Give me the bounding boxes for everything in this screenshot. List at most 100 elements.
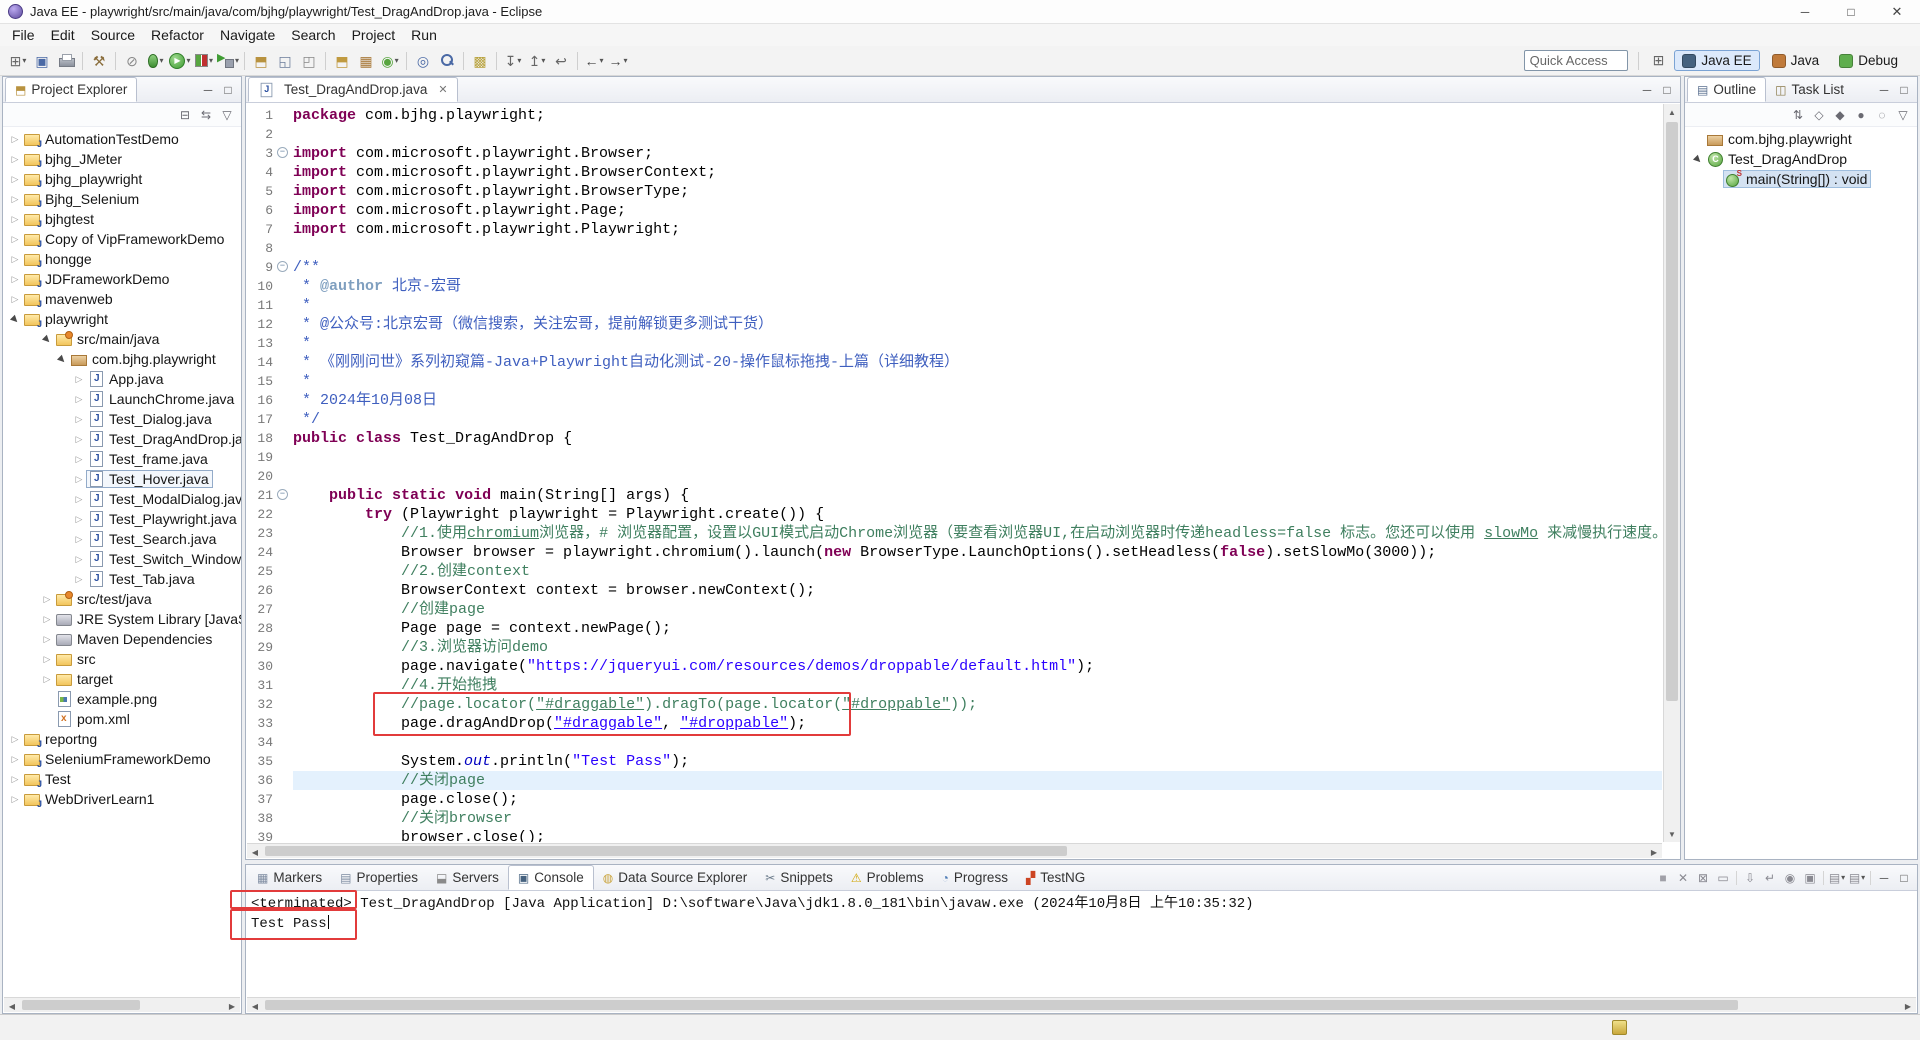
expander-icon[interactable]: ▷	[72, 514, 86, 524]
tree-item-test-playwright-java[interactable]: ▷ Test_Playwright.java	[3, 509, 241, 529]
expander-icon[interactable]: ▷	[8, 294, 22, 304]
tree-item-example-png[interactable]: example.png	[3, 689, 241, 709]
expander-icon[interactable]: ▷	[72, 454, 86, 464]
menu-refactor[interactable]: Refactor	[143, 25, 212, 45]
quick-access-input[interactable]	[1523, 50, 1628, 71]
forward-button[interactable]: → ▾	[607, 49, 629, 73]
expander-icon[interactable]: ▷	[8, 194, 22, 204]
tree-item-jre-system-library-javase-1-8[interactable]: ▷ JRE System Library [JavaSE-1.8]	[3, 609, 241, 629]
tab-problems[interactable]: ⚠ Problems	[842, 865, 933, 890]
tree-item-test-dialog-java[interactable]: ▷ Test_Dialog.java	[3, 409, 241, 429]
expander-icon[interactable]: ▷	[40, 594, 54, 604]
expander-icon[interactable]: ▷	[72, 574, 86, 584]
expander-icon[interactable]: ▷	[8, 174, 22, 184]
fold-collapse-icon[interactable]: −	[277, 489, 288, 500]
tree-item-src[interactable]: ▷ src	[3, 649, 241, 669]
scroll-down-arrow[interactable]: ▼	[1664, 826, 1680, 842]
tab-progress[interactable]: ◔ Progress	[933, 865, 1017, 890]
expander-icon[interactable]: ▷	[8, 754, 22, 764]
run-button[interactable]: ▶ ▾	[169, 49, 191, 73]
maximize-button[interactable]: □	[1828, 0, 1874, 23]
tree-item-test-modaldialog-java[interactable]: ▷ Test_ModalDialog.java	[3, 489, 241, 509]
open-type-button[interactable]: ◎	[412, 49, 434, 73]
tree-item-com-bjhg-playwright[interactable]: com.bjhg.playwright	[1685, 129, 1917, 149]
expander-icon[interactable]: ▶	[7, 311, 23, 327]
expander-icon[interactable]: ▷	[8, 774, 22, 784]
expander-icon[interactable]: ▷	[40, 654, 54, 664]
perspective-debug[interactable]: Debug	[1831, 50, 1906, 71]
scroll-track[interactable]	[263, 998, 1900, 1012]
scroll-track[interactable]	[263, 844, 1646, 858]
minimize-view-button[interactable]: ─	[1874, 80, 1894, 100]
tree-item-pom-xml[interactable]: pom.xml	[3, 709, 241, 729]
tree-item-bjhg-selenium[interactable]: ▷ Bjhg_Selenium	[3, 189, 241, 209]
previous-annotation-button[interactable]: ↥ ▾	[526, 49, 548, 73]
save-button[interactable]: ▣	[31, 49, 53, 73]
new-web-project-button[interactable]: ⬒	[250, 49, 272, 73]
view-menu-button[interactable]: ▽	[217, 105, 237, 125]
tree-item-launchchrome-java[interactable]: ▷ LaunchChrome.java	[3, 389, 241, 409]
editor-tab-test-draganddrop[interactable]: Test_DragAndDrop.java ✕	[248, 77, 458, 102]
expander-icon[interactable]: ▷	[8, 214, 22, 224]
expander-icon[interactable]: ▷	[8, 254, 22, 264]
minimize-view-button[interactable]: ─	[1637, 80, 1657, 100]
minimize-view-button[interactable]: ─	[1874, 868, 1894, 888]
tree-item-webdriverlearn1[interactable]: ▷ WebDriverLearn1	[3, 789, 241, 809]
run-external-tools-button[interactable]: ▾	[217, 49, 239, 73]
scroll-left-arrow[interactable]: ◀	[247, 998, 263, 1014]
expander-icon[interactable]: ▷	[72, 374, 86, 384]
new-class-button[interactable]: ◉ ▾	[379, 49, 401, 73]
scroll-right-arrow[interactable]: ▶	[1646, 844, 1662, 860]
tab-outline[interactable]: ▤ Outline	[1687, 77, 1767, 102]
tree-item-bjhg-jmeter[interactable]: ▷ bjhg_JMeter	[3, 149, 241, 169]
editor-hscrollbar[interactable]: ◀ ▶	[247, 843, 1662, 858]
hide-static-members-button[interactable]: ◆	[1830, 105, 1850, 125]
new-java-project-button[interactable]: ⬒	[331, 49, 353, 73]
open-perspective-button[interactable]: ⊞	[1649, 50, 1669, 71]
expander-icon[interactable]: ▷	[72, 414, 86, 424]
expander-icon[interactable]: ▷	[72, 534, 86, 544]
hide-non-public-button[interactable]: ●	[1851, 105, 1871, 125]
word-wrap-button[interactable]: ↵	[1760, 868, 1780, 888]
skip-all-breakpoints-button[interactable]: ⊘	[121, 49, 143, 73]
next-annotation-button[interactable]: ↧ ▾	[502, 49, 524, 73]
expander-icon[interactable]: ▷	[8, 134, 22, 144]
tab-snippets[interactable]: ✂ Snippets	[756, 865, 842, 890]
clear-console-button[interactable]: ▭	[1713, 868, 1733, 888]
tab-console[interactable]: ▣ Console	[507, 865, 594, 890]
expander-icon[interactable]: ▶	[1690, 151, 1706, 167]
tree-item-test-search-java[interactable]: ▷ Test_Search.java	[3, 529, 241, 549]
menu-file[interactable]: File	[4, 25, 43, 45]
minimize-button[interactable]: ─	[1782, 0, 1828, 23]
tree-item-test-draganddrop-java[interactable]: ▷ Test_DragAndDrop.java	[3, 429, 241, 449]
fold-collapse-icon[interactable]: −	[277, 261, 288, 272]
debug-button[interactable]: ▾	[145, 49, 167, 73]
hide-local-types-button[interactable]: ◌	[1872, 105, 1892, 125]
maximize-view-button[interactable]: □	[1657, 80, 1677, 100]
tree-item-target[interactable]: ▷ target	[3, 669, 241, 689]
expander-icon[interactable]: ▷	[40, 614, 54, 624]
minimize-view-button[interactable]: ─	[198, 80, 218, 100]
last-edit-location-button[interactable]: ↩	[550, 49, 572, 73]
tree-item-reportng[interactable]: ▷ reportng	[3, 729, 241, 749]
tree-item-automationtestdemo[interactable]: ▷ AutomationTestDemo	[3, 129, 241, 149]
tree-item-hongge[interactable]: ▷ hongge	[3, 249, 241, 269]
menu-run[interactable]: Run	[403, 25, 445, 45]
perspective-java[interactable]: Java	[1764, 50, 1828, 71]
scroll-up-arrow[interactable]: ▲	[1664, 104, 1680, 120]
close-button[interactable]: ✕	[1874, 0, 1920, 23]
scroll-track[interactable]	[20, 998, 224, 1012]
expander-icon[interactable]: ▷	[72, 394, 86, 404]
maximize-view-button[interactable]: □	[1894, 868, 1914, 888]
tree-item-mavenweb[interactable]: ▷ mavenweb	[3, 289, 241, 309]
tree-item-bjhgtest[interactable]: ▷ bjhgtest	[3, 209, 241, 229]
tree-item-test-switch-window-java[interactable]: ▷ Test_Switch_Window.java	[3, 549, 241, 569]
expander-icon[interactable]: ▷	[40, 674, 54, 684]
new-wizard-button[interactable]: ⊞ ▾	[7, 49, 29, 73]
scroll-left-arrow[interactable]: ◀	[247, 844, 263, 860]
menu-source[interactable]: Source	[83, 25, 143, 45]
new-ejb-button[interactable]: ◰	[298, 49, 320, 73]
tree-item-main-string-void[interactable]: main(String[]) : void	[1685, 169, 1917, 189]
tree-item-test-draganddrop[interactable]: ▶ Test_DragAndDrop	[1685, 149, 1917, 169]
expander-icon[interactable]: ▷	[8, 234, 22, 244]
